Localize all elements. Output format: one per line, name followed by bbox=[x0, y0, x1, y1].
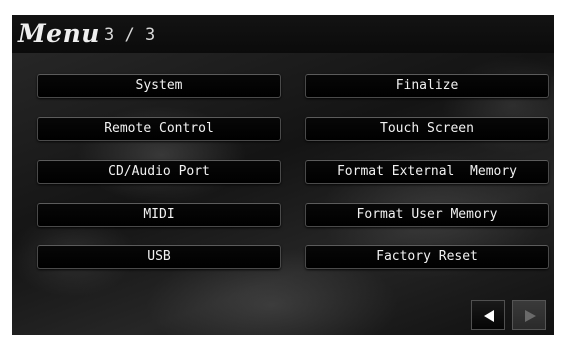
factory-reset-button[interactable]: Factory Reset bbox=[305, 245, 549, 269]
cd-audio-port-button[interactable]: CD/Audio Port bbox=[37, 160, 281, 184]
title-bar: Menu 3 / 3 bbox=[12, 15, 554, 53]
format-external-memory-button[interactable]: Format External Memory bbox=[305, 160, 549, 184]
triangle-right-icon bbox=[525, 310, 536, 322]
previous-page-button[interactable] bbox=[471, 300, 505, 330]
remote-control-button[interactable]: Remote Control bbox=[37, 117, 281, 141]
format-user-memory-button[interactable]: Format User Memory bbox=[305, 203, 549, 227]
next-page-button[interactable] bbox=[512, 300, 546, 330]
touch-screen-button[interactable]: Touch Screen bbox=[305, 117, 549, 141]
triangle-left-icon bbox=[484, 310, 494, 322]
page-title: Menu bbox=[18, 19, 100, 48]
finalize-button[interactable]: Finalize bbox=[305, 74, 549, 98]
midi-button[interactable]: MIDI bbox=[37, 203, 281, 227]
system-button[interactable]: System bbox=[37, 74, 281, 98]
menu-screen: Menu 3 / 3 System Remote Control CD/Audi… bbox=[12, 15, 554, 335]
page-indicator: 3 / 3 bbox=[104, 25, 156, 45]
usb-button[interactable]: USB bbox=[37, 245, 281, 269]
